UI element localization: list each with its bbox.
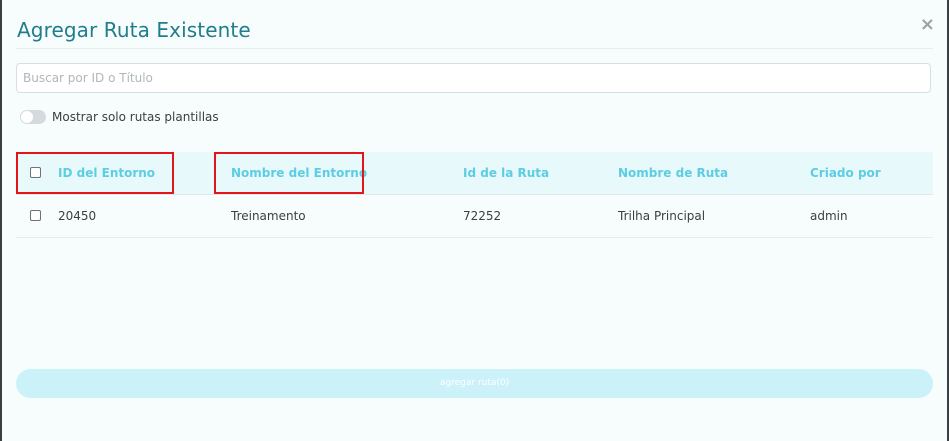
column-header-route-id[interactable]: Id de la Ruta — [463, 152, 549, 194]
cell-environment-name: Treinamento — [231, 209, 306, 223]
add-route-button[interactable]: agregar ruta(0) — [16, 369, 933, 398]
toggle-knob — [21, 111, 33, 123]
template-only-toggle[interactable] — [20, 110, 46, 124]
row-checkbox[interactable] — [30, 210, 41, 221]
column-header-route-name[interactable]: Nombre de Ruta — [618, 152, 728, 194]
toggle-label: Mostrar solo rutas plantillas — [52, 110, 219, 124]
modal-title: Agregar Ruta Existente — [17, 18, 251, 42]
annotation-highlight-environment-name — [214, 152, 364, 194]
cell-created-by: admin — [810, 209, 848, 223]
add-route-modal: Agregar Ruta Existente × Mostrar solo ru… — [2, 0, 947, 441]
cell-route-id: 72252 — [463, 209, 502, 223]
search-input[interactable] — [16, 63, 931, 93]
title-divider — [16, 48, 933, 49]
annotation-highlight-environment-id — [16, 152, 174, 194]
close-icon[interactable]: × — [920, 14, 935, 35]
cell-environment-id: 20450 — [58, 209, 97, 223]
template-filter-row: Mostrar solo rutas plantillas — [20, 110, 219, 124]
cell-route-name: Trilha Principal — [618, 209, 706, 223]
table-row[interactable]: 20450 Treinamento 72252 Trilha Principal… — [16, 195, 933, 238]
column-header-created-by[interactable]: Criado por — [810, 152, 881, 194]
